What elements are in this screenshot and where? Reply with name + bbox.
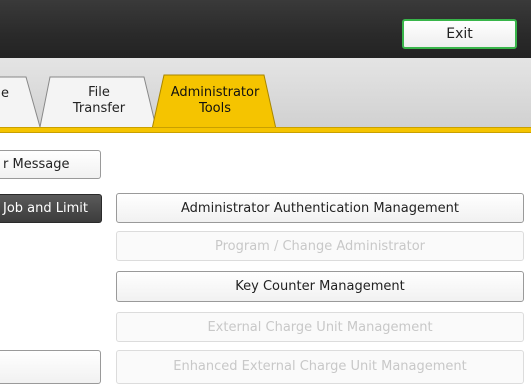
job-and-limit-label: Job and Limit — [3, 201, 88, 216]
program-change-administrator-label: Program / Change Administrator — [214, 238, 426, 254]
selected-tab-strip — [0, 127, 531, 133]
left-menu-button-blank[interactable] — [0, 350, 101, 384]
program-change-administrator-button: Program / Change Administrator — [116, 231, 524, 261]
tab-administrator-tools-line2: Tools — [198, 101, 232, 116]
external-charge-unit-management-button: External Charge Unit Management — [116, 312, 524, 342]
tab-file-transfer-line2: Transfer — [72, 101, 126, 116]
enhanced-external-charge-unit-management-label: Enhanced External Charge Unit Management — [173, 359, 467, 374]
tab-previous[interactable]: e — [0, 75, 44, 127]
exit-button[interactable]: Exit — [402, 19, 517, 49]
tab-file-transfer[interactable]: File Transfer — [40, 75, 158, 127]
message-button[interactable]: r Message — [0, 150, 101, 179]
enhanced-external-charge-unit-management-button: Enhanced External Charge Unit Management — [116, 350, 524, 384]
key-counter-management-button[interactable]: Key Counter Management — [116, 271, 524, 302]
external-charge-unit-management-label: External Charge Unit Management — [207, 319, 433, 335]
tab-file-transfer-line1: File — [88, 85, 110, 100]
top-bar: Exit — [0, 0, 531, 58]
message-button-label: r Message — [3, 157, 70, 172]
tab-administrator-tools[interactable]: Administrator Tools — [152, 73, 278, 129]
key-counter-management-label: Key Counter Management — [235, 279, 405, 294]
admin-authentication-management-button[interactable]: Administrator Authentication Management — [116, 193, 524, 223]
job-and-limit-button[interactable]: Job and Limit — [0, 194, 102, 223]
tab-administrator-tools-line1: Administrator — [170, 85, 260, 100]
tab-previous-label: e — [1, 86, 9, 101]
admin-authentication-management-label: Administrator Authentication Management — [181, 200, 459, 216]
